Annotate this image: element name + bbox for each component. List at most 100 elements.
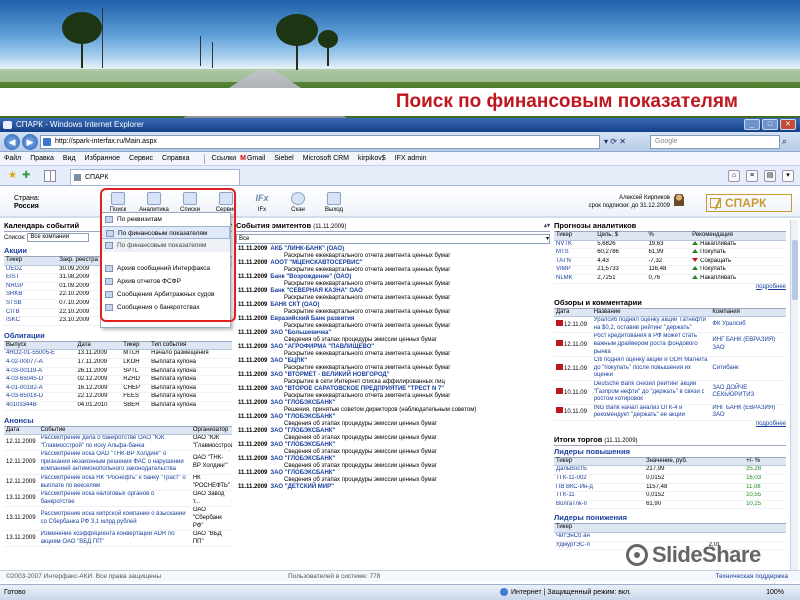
- table-row[interactable]: 13.11.2009 Рассмотрение иска налоговых ор…: [4, 490, 232, 508]
- tool-search[interactable]: Поиск: [100, 192, 136, 213]
- table-cell[interactable]: 4-02-00077-A: [4, 358, 76, 368]
- event-company[interactable]: ЗАО "ГЛОБЭКСБАНК": [270, 400, 335, 406]
- table-row[interactable]: 12.11.09 Уралсиб поднял оценку акций Татн…: [554, 316, 786, 334]
- event-company[interactable]: ЗАО "ГЛОБЭКСБАНК": [270, 414, 335, 420]
- menu-edit[interactable]: Правка: [30, 155, 54, 162]
- table-cell[interactable]: ТГК-11-002: [554, 474, 645, 484]
- link-crm[interactable]: Microsoft CRM: [303, 155, 349, 162]
- event-company[interactable]: ЗАО "ГЛОБЭКСБАНК": [270, 456, 335, 462]
- menu-help[interactable]: Справка: [162, 155, 189, 162]
- column-header[interactable]: Рекомендация: [690, 232, 786, 241]
- event-company[interactable]: Банк "СЕВЕРНАЯ КАЗНА" ОАО: [270, 288, 362, 294]
- table-row[interactable]: MTS 60,2786 61,99 Покупать: [554, 248, 786, 258]
- events-filter[interactable]: Все ▾: [236, 234, 550, 244]
- column-header[interactable]: Тикер: [554, 232, 596, 241]
- table-cell[interactable]: NLMK: [554, 274, 596, 284]
- table-cell[interactable]: ТГК-11: [554, 491, 645, 501]
- forecasts-more-link[interactable]: подробнее: [554, 284, 786, 293]
- event-item[interactable]: 11.11.2009 БАНК СКТ (ОАО) Раскрытие ежеква…: [236, 302, 550, 316]
- table-row[interactable]: 40103344B 04.01.2010 SBER Выплата купона: [4, 401, 232, 411]
- column-header[interactable]: Название: [591, 308, 711, 318]
- table-cell[interactable]: Citi поднял оценку акций и GDR Магнита д…: [591, 356, 711, 381]
- minimize-button[interactable]: _: [744, 119, 760, 130]
- search-menu-item[interactable]: Архив сообщений Интерфакса: [101, 262, 230, 275]
- table-row[interactable]: 4-03-00119-A 26.11.2009 SPTL Выплата купона: [4, 367, 232, 377]
- event-item[interactable]: 11.11.2009 ЗАО "АГРОФИРМА "ПАВЛИЩЕВО" Раск…: [236, 344, 550, 358]
- add-favorite-icon[interactable]: ✚: [22, 170, 30, 181]
- favorites-star-icon[interactable]: ★: [8, 170, 17, 181]
- table-cell[interactable]: ING Bank начал анализ ОГК-4 и рекомендуе…: [591, 404, 711, 421]
- table-cell[interactable]: Ситибанк: [710, 356, 786, 381]
- table-cell[interactable]: ИНГ БАНК (ЕВРАЗИЯ) ЗАО: [710, 332, 786, 358]
- feeds-icon[interactable]: ≡: [746, 170, 758, 182]
- column-header[interactable]: +/- %: [744, 457, 786, 467]
- refresh-icon[interactable]: ⟳: [610, 137, 617, 146]
- table-cell[interactable]: Рост кредитования в РФ может стать важны…: [591, 332, 711, 358]
- forward-button[interactable]: ▶: [22, 134, 38, 150]
- event-company[interactable]: ЗАО "ГЛОБЭКСБАНК": [270, 428, 335, 434]
- table-cell[interactable]: EIST: [4, 273, 58, 283]
- table-row[interactable]: ВолгаТлк-п 61,90 10,25: [554, 500, 786, 510]
- maximize-button[interactable]: □: [762, 119, 778, 130]
- table-cell[interactable]: UEDZ: [4, 265, 58, 275]
- search-menu-item[interactable]: Архив отчетов ФСФР: [101, 275, 230, 288]
- scrollbar-thumb[interactable]: [792, 240, 798, 300]
- print-icon[interactable]: ▤: [764, 170, 776, 182]
- event-item[interactable]: 11.11.2009 ЗАО "ГЛОБЭКСБАНК" Сведения об э…: [236, 442, 550, 456]
- list-select[interactable]: Все компании: [27, 232, 90, 242]
- event-item[interactable]: 11.11.2009 ЗАО "ДЕТСКИЙ МИР": [236, 484, 550, 491]
- table-cell[interactable]: CITB: [4, 308, 58, 318]
- column-header[interactable]: %: [646, 232, 691, 241]
- event-company[interactable]: БАНК СКТ (ОАО): [270, 302, 319, 308]
- menu-view[interactable]: Вид: [63, 155, 76, 162]
- table-row[interactable]: NLMK 2,7251 0,76 Накапливать: [554, 274, 786, 284]
- column-header[interactable]: Тикер: [554, 457, 645, 467]
- table-row[interactable]: 12.11.2009 Рассмотрение иска НК "Роснефть…: [4, 474, 232, 492]
- event-item[interactable]: 11.11.2009 АООТ "МЦЕНСКАВТОСЕРВИС" Раскрыт…: [236, 260, 550, 274]
- event-item[interactable]: 11.11.2009 ЗАО "ГЛОБЭКСБАНК" Сведения об э…: [236, 470, 550, 484]
- table-row[interactable]: ТГК-11-002 0,0152 16,03: [554, 474, 786, 484]
- table-row[interactable]: TATN 4,43 -7,32 Сокращать: [554, 257, 786, 267]
- table-row[interactable]: 4-03-65045-D 02.12.2009 RZHD Выплата купона: [4, 375, 232, 385]
- event-item[interactable]: 11.11.2009 ЗАО "БЦПК" Раскрытие ежеквартал…: [236, 358, 550, 372]
- table-cell[interactable]: 4-03-65045-D: [4, 375, 76, 385]
- menu-favorites[interactable]: Избранное: [85, 155, 120, 162]
- table-cell[interactable]: Рассмотрение иска НК "Роснефть" к банку …: [38, 474, 191, 492]
- table-cell[interactable]: Изменение коэффициента конвертации ADR п…: [38, 530, 191, 548]
- tool-service[interactable]: Сервис: [208, 192, 244, 213]
- back-button[interactable]: ◀: [4, 134, 20, 150]
- table-row[interactable]: ТГК-11 0,0152 10,55: [554, 491, 786, 501]
- search-menu-item[interactable]: По финансовым показателям: [101, 226, 230, 239]
- menu-tools[interactable]: Сервис: [129, 155, 153, 162]
- event-company[interactable]: ЗАО "ДЕТСКИЙ МИР": [270, 484, 334, 490]
- search-menu-item[interactable]: Сообщения Арбитражных судов: [101, 288, 230, 301]
- search-menu-item[interactable]: По реквизитам: [101, 213, 230, 226]
- tab-spark[interactable]: СПАРК: [70, 169, 240, 185]
- stop-icon[interactable]: ✕: [619, 137, 626, 146]
- search-icon[interactable]: ⌕: [782, 136, 787, 147]
- table-row[interactable]: 13.11.2009 Рассмотрение иска кипрской ком…: [4, 506, 232, 532]
- table-row[interactable]: 4-03-65018-D 22.12.2009 FEES Выплата купона: [4, 392, 232, 402]
- column-header[interactable]: Тикер: [4, 257, 58, 266]
- table-cell[interactable]: SRKB: [4, 290, 58, 300]
- link-siebel[interactable]: Siebel: [274, 155, 293, 162]
- table-cell[interactable]: Рассмотрение иска кипрской компании о вз…: [38, 506, 191, 532]
- table-row[interactable]: 4-01-00182-A 16.12.2009 CHEP Выплата купона: [4, 384, 232, 394]
- event-company[interactable]: ЗАО "ВТОРОЕ САРАТОВСКОЕ ПРЕДПРИЯТИЕ "ТРЕ…: [270, 386, 444, 392]
- table-cell[interactable]: ПВ ВКС-Ин-д: [554, 483, 645, 493]
- column-header[interactable]: Событие: [38, 426, 191, 436]
- column-header[interactable]: Организатор: [190, 426, 232, 436]
- close-button[interactable]: ✕: [780, 119, 796, 130]
- column-header[interactable]: Значение, руб.: [644, 457, 745, 467]
- link-kirpikov[interactable]: kirpikov$: [358, 155, 386, 162]
- event-item[interactable]: 11.11.2009 ЗАО "ГЛОБЭКСБАНК" Сведения об э…: [236, 456, 550, 470]
- support-link[interactable]: Техническая поддержка: [716, 571, 788, 582]
- table-cell[interactable]: ВолгаТлк-п: [554, 500, 645, 510]
- event-company[interactable]: ЗАО "ГЛОБЭКСБАНК": [270, 470, 335, 476]
- link-gmail[interactable]: Gmail: [247, 155, 265, 162]
- table-cell[interactable]: NVTK: [554, 240, 596, 250]
- event-item[interactable]: 11.11.2009 ЗАО "ГЛОБЭКСБАНК" Сведения об э…: [236, 428, 550, 442]
- event-company[interactable]: ЗАО "ВТОРМЕТ - ВЕЛИКИЙ НОВГОРОД": [270, 372, 389, 378]
- menu-file[interactable]: Файл: [4, 155, 21, 162]
- table-cell[interactable]: 40103344B: [4, 401, 76, 411]
